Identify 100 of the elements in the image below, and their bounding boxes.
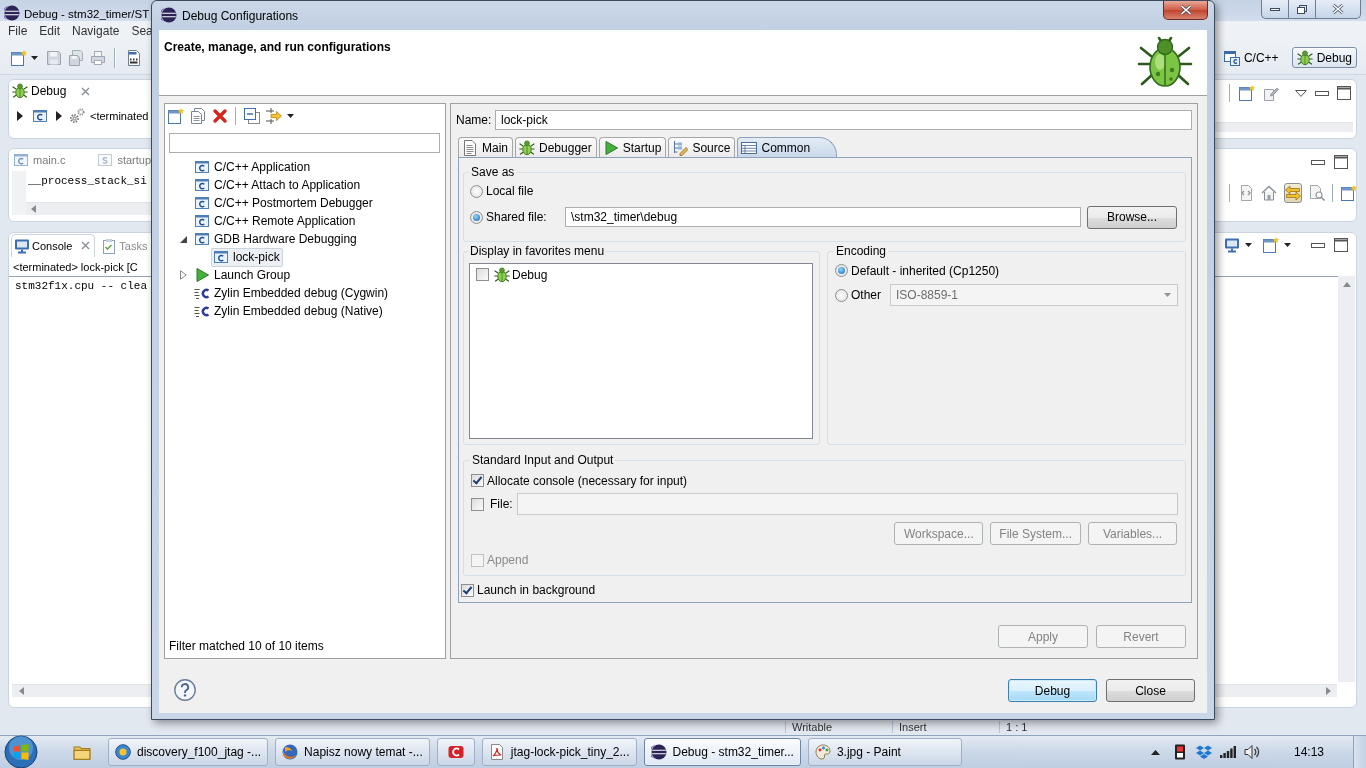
monitor-icon[interactable] [1224, 237, 1240, 253]
io-button[interactable]: File System... [990, 522, 1081, 545]
io-button[interactable]: Variables... [1088, 522, 1177, 545]
diamonds-icon[interactable] [1195, 744, 1212, 760]
taskbar-button[interactable]: jtag-lock-pick_tiny_2... [481, 738, 637, 766]
close-button[interactable] [1315, 0, 1361, 19]
horizontal-scrollbar[interactable] [1214, 122, 1353, 132]
radio-button[interactable] [835, 288, 848, 302]
breadcrumb-arrow-icon[interactable] [56, 111, 62, 121]
editor-tab[interactable]: startup [97, 152, 152, 168]
dropdown-arrow-icon[interactable] [1284, 243, 1291, 247]
taskbar-button[interactable]: discovery_f100_jtag -... [108, 738, 269, 766]
restore-button[interactable] [1288, 0, 1315, 19]
perspective-button[interactable]: Debug [1291, 47, 1357, 68]
view-tab[interactable]: Console [11, 233, 96, 257]
tree-item[interactable]: C/C++ Application [192, 157, 314, 177]
scroll-left-arrow-icon[interactable] [19, 687, 24, 695]
scroll-up-arrow-icon[interactable] [1342, 282, 1351, 287]
new-document-icon[interactable] [168, 108, 184, 124]
editor-tab[interactable]: main.c [13, 152, 66, 168]
close-icon[interactable] [81, 86, 91, 96]
minus-box-icon[interactable] [244, 108, 260, 124]
tab[interactable]: Debugger [515, 137, 597, 157]
tab[interactable]: Source [668, 137, 736, 157]
encoding-dropdown[interactable]: ISO-8859-1 [890, 284, 1178, 306]
expand-arrow-icon[interactable] [179, 235, 187, 243]
minimize-icon[interactable] [1315, 90, 1329, 96]
dialog-button[interactable]: Debug [1008, 679, 1097, 702]
tree-item[interactable]: Zylin Embedded debug (Native) [192, 301, 386, 321]
breadcrumb-arrow-icon[interactable] [17, 111, 23, 121]
pencil-document-icon[interactable] [1263, 85, 1279, 101]
minimize-icon[interactable] [1311, 242, 1325, 248]
signal-bars-icon[interactable] [1219, 746, 1236, 758]
menu-item[interactable]: Navigate [72, 24, 120, 38]
tree-item[interactable]: C/C++ Attach to Application [192, 175, 364, 195]
maximize-icon[interactable] [1337, 86, 1351, 100]
c-file-icon[interactable] [32, 108, 48, 124]
taskbar-button[interactable]: 3.jpg - Paint [807, 738, 962, 766]
menu-item[interactable]: File [8, 24, 28, 38]
name-field[interactable]: lock-pick [495, 110, 1192, 130]
dropdown-arrow-icon[interactable] [287, 114, 294, 118]
taskbar-button[interactable]: Napisz nowy temat -... [275, 738, 430, 766]
close-icon[interactable] [81, 241, 91, 250]
speaker-icon[interactable] [1243, 744, 1260, 760]
checkbox[interactable] [471, 497, 484, 511]
scroll-left-arrow-icon[interactable] [31, 205, 36, 213]
breadcrumb-item[interactable]: <terminated [69, 108, 149, 124]
menu-item[interactable]: Edit [39, 24, 61, 38]
tree-item[interactable]: Zylin Embedded debug (Cygwin) [192, 283, 392, 303]
up-arrow-icon[interactable] [1150, 749, 1160, 755]
toggle-button[interactable] [1284, 183, 1302, 203]
house-icon[interactable] [1261, 185, 1277, 201]
taskbar-button[interactable] [436, 738, 475, 766]
help-icon[interactable] [174, 679, 196, 701]
tree-item[interactable]: lock-pick [211, 247, 283, 267]
checkbox[interactable] [476, 268, 489, 281]
start-button[interactable] [4, 735, 38, 768]
copy-icon[interactable] [190, 108, 206, 124]
tree-item[interactable]: C/C++ Postmortem Debugger [192, 193, 376, 213]
checkbox[interactable] [471, 474, 484, 487]
tree-item[interactable]: GDB Hardware Debugging [192, 229, 360, 249]
printer-icon[interactable] [90, 49, 106, 66]
perspective-button[interactable]: C/C++ [1218, 47, 1284, 68]
new-window-icon[interactable] [1263, 237, 1279, 253]
vertical-scrollbar[interactable] [1338, 276, 1355, 682]
io-button[interactable]: Workspace... [894, 522, 984, 545]
minimize-button[interactable] [1261, 0, 1288, 19]
taskbar-button[interactable]: Debug - stm32_timer... [643, 738, 801, 766]
maximize-icon[interactable] [1334, 155, 1348, 169]
document-icon[interactable] [126, 49, 142, 66]
tab[interactable]: Main [458, 137, 513, 157]
radio-button[interactable] [470, 210, 483, 224]
tab[interactable]: Startup [598, 137, 667, 157]
filter-field[interactable] [169, 133, 440, 153]
dropdown-arrow-icon[interactable] [31, 55, 38, 60]
radio-button[interactable] [470, 184, 483, 198]
tree-item[interactable]: Launch Group [192, 265, 294, 285]
tab[interactable]: Common [737, 137, 838, 157]
view-tab[interactable]: Debug [12, 83, 91, 99]
new-window-icon[interactable] [11, 49, 27, 66]
shared-file-field[interactable]: \stm32_timer\debug [565, 207, 1081, 227]
view-tab[interactable]: Tasks [98, 233, 153, 257]
radio-button[interactable] [835, 264, 848, 277]
checkbox[interactable] [471, 553, 484, 567]
minimize-icon[interactable] [1311, 159, 1325, 165]
scroll-right-arrow-icon[interactable] [1326, 687, 1331, 695]
arrow-lines-icon[interactable] [266, 108, 282, 124]
new-window-icon[interactable] [1239, 85, 1255, 101]
new-window-icon[interactable] [1341, 185, 1357, 201]
dialog-button[interactable]: Close [1106, 679, 1195, 702]
clock[interactable]: 14:13 [1293, 745, 1324, 759]
output-file-field[interactable] [517, 493, 1178, 515]
magnifier-document-icon[interactable] [1309, 185, 1325, 201]
folder-icon[interactable] [73, 743, 91, 761]
close-button[interactable] [1163, 1, 1208, 20]
checkbox[interactable] [461, 583, 474, 597]
tree-item[interactable]: C/C++ Remote Application [192, 211, 359, 231]
cross-icon[interactable] [212, 108, 228, 124]
view-menu-icon[interactable] [1295, 89, 1307, 97]
browse-button[interactable]: Browse... [1087, 205, 1177, 229]
